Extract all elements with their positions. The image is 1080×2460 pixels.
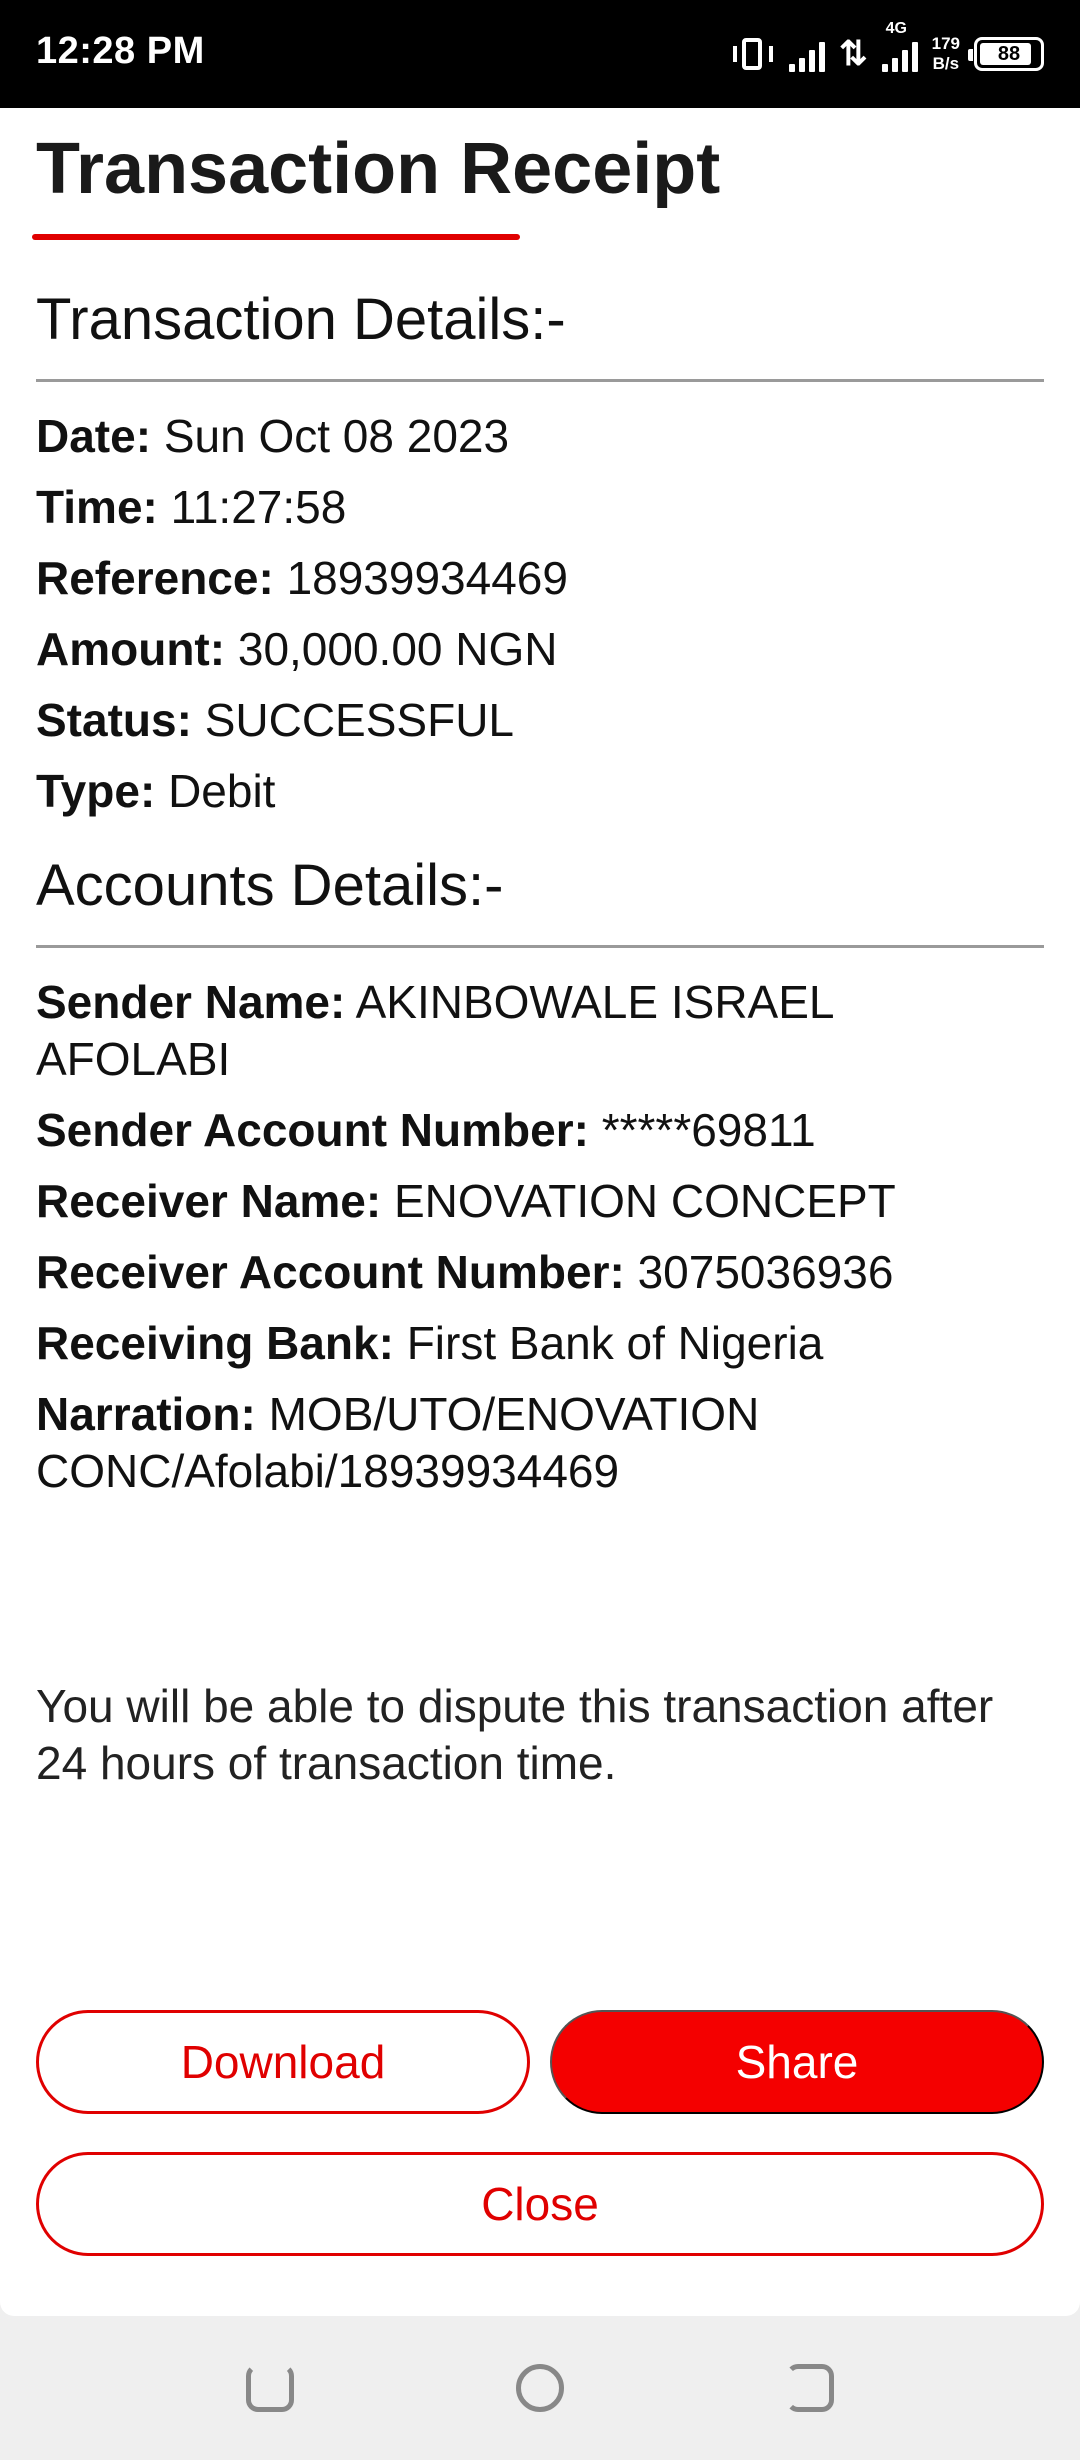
time-field: Time: 11:27:58 (36, 481, 347, 533)
field-label: Amount (36, 623, 210, 675)
field-value: SUCCESSFUL (204, 694, 514, 746)
field-label: Receiver Account Number (36, 1246, 610, 1298)
transaction-details-heading: Transaction Details:- (36, 287, 566, 352)
field-label: Receiving Bank (36, 1317, 379, 1369)
field-value: Sun Oct 08 2023 (163, 410, 510, 462)
section-divider (36, 945, 1044, 948)
status-bar: 12:28 PM ⇅ 4G 179 B/s 88 (0, 0, 1080, 108)
field-value: 30,000.00 NGN (237, 623, 558, 675)
field-label: Date (36, 410, 136, 462)
receiving-bank-field: Receiving Bank: First Bank of Nigeria (36, 1317, 824, 1369)
receipt-card: Transaction Receipt Transaction Details:… (0, 108, 1080, 2316)
field-label: Receiver Name (36, 1175, 366, 1227)
field-label: Sender Account Number (36, 1104, 574, 1156)
field-value: ENOVATION CONCEPT (394, 1175, 896, 1227)
network-speed: 179 B/s (931, 34, 960, 73)
sender-name-field: Sender Name: AKINBOWALE ISRAEL AFOLABI (36, 976, 833, 1085)
accounts-details-heading: Accounts Details:- (36, 853, 504, 918)
receiver-name-field: Receiver Name: ENOVATION CONCEPT (36, 1175, 896, 1227)
field-value: 11:27:58 (170, 481, 347, 533)
field-label: Status (36, 694, 177, 746)
type-field: Type: Debit (36, 765, 276, 817)
share-button[interactable]: Share (550, 2010, 1044, 2114)
section-divider (36, 379, 1044, 382)
field-label: Sender Name (36, 976, 331, 1028)
reference-field: Reference: 18939934469 (36, 552, 568, 604)
narration-field: Narration: MOB/UTO/ENOVATION CONC/Afolab… (36, 1388, 760, 1497)
home-icon[interactable] (516, 2364, 564, 2412)
field-label: Reference (36, 552, 259, 604)
status-field: Status: SUCCESSFUL (36, 694, 514, 746)
signal-strength-icon (789, 36, 826, 72)
receiver-account-number-field: Receiver Account Number: 3075036936 (36, 1246, 894, 1298)
field-value: First Bank of Nigeria (406, 1317, 824, 1369)
status-icons: ⇅ 4G 179 B/s 88 (731, 20, 1044, 82)
field-value: 3075036936 (637, 1246, 894, 1298)
amount-field: Amount: 30,000.00 NGN (36, 623, 558, 675)
navigation-bar (0, 2316, 1080, 2460)
field-value: *****69811 (601, 1104, 816, 1156)
data-transfer-icon: ⇅ (839, 35, 868, 73)
title-underline (32, 234, 520, 240)
download-button[interactable]: Download (36, 2010, 530, 2114)
field-label: Type (36, 765, 140, 817)
sender-account-number-field: Sender Account Number: *****69811 (36, 1104, 816, 1156)
recent-apps-icon[interactable] (246, 2364, 294, 2412)
field-value: 18939934469 (286, 552, 568, 604)
status-time: 12:28 PM (36, 30, 205, 72)
back-icon[interactable] (786, 2364, 834, 2412)
vibrate-icon (731, 34, 775, 74)
field-label: Narration (36, 1388, 241, 1440)
field-value: Debit (168, 765, 276, 817)
battery-level: 88 (997, 42, 1021, 65)
page-title: Transaction Receipt (36, 129, 721, 209)
network-4g-icon: 4G (881, 20, 918, 72)
close-button[interactable]: Close (36, 2152, 1044, 2256)
date-field: Date: Sun Oct 08 2023 (36, 410, 510, 462)
battery-icon: 88 (968, 37, 1044, 71)
field-label: Time (36, 481, 143, 533)
dispute-note: You will be able to dispute this transac… (36, 1680, 994, 1789)
